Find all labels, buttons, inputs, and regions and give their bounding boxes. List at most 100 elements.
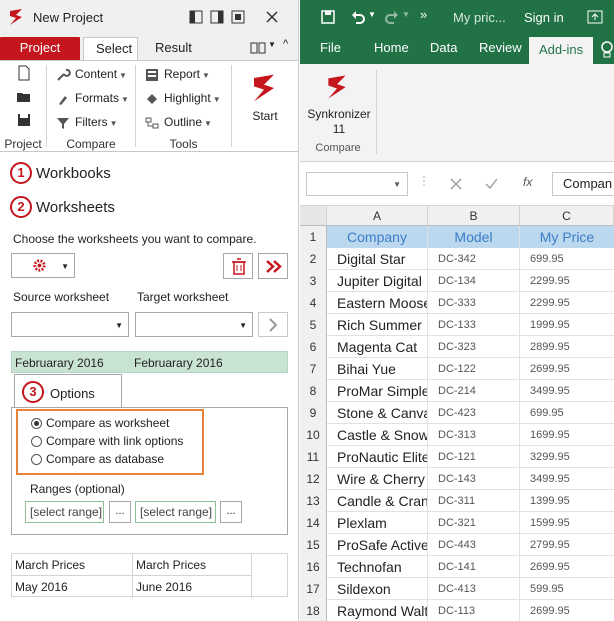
cell-company[interactable]: Plexlam — [327, 512, 428, 534]
filters-button[interactable]: Filters ▼ — [55, 112, 118, 132]
compare-as-database-radio[interactable]: Compare as database — [31, 452, 164, 470]
column-header-a[interactable]: A — [327, 206, 428, 226]
redo-icon[interactable] — [384, 9, 400, 25]
cell-company-header[interactable]: Company — [327, 226, 428, 248]
add-pair-button[interactable] — [258, 312, 288, 337]
select-all-corner[interactable] — [300, 206, 327, 226]
tab-select[interactable]: Select — [83, 37, 138, 60]
list-item[interactable]: March Prices — [12, 554, 133, 576]
tab-home[interactable]: Home — [374, 40, 409, 55]
cell-company[interactable]: Technofan — [327, 556, 428, 578]
row-number[interactable]: 15 — [300, 534, 327, 556]
tab-add-ins[interactable]: Add-ins — [529, 37, 594, 64]
cell-model[interactable]: DC-342 — [428, 248, 520, 270]
redo-caret-icon[interactable]: ▼ — [402, 10, 410, 19]
source-worksheet-select[interactable]: ▼ — [11, 312, 129, 337]
cell-price[interactable]: 2799.95 — [520, 534, 614, 556]
cell-price[interactable]: 2299.95 — [520, 292, 614, 314]
cell-company[interactable]: Magenta Cat — [327, 336, 428, 358]
row-number[interactable]: 2 — [300, 248, 327, 270]
cell-model[interactable]: DC-214 — [428, 380, 520, 402]
cell-model[interactable]: DC-143 — [428, 468, 520, 490]
cell-model[interactable]: DC-333 — [428, 292, 520, 314]
cell-price[interactable]: 1999.95 — [520, 314, 614, 336]
list-item[interactable]: June 2016 — [133, 576, 252, 598]
cell-price[interactable]: 2899.95 — [520, 336, 614, 358]
row-number[interactable]: 1 — [300, 226, 327, 248]
delete-button[interactable] — [223, 253, 253, 279]
step-workbooks[interactable]: 1 Workbooks — [10, 162, 111, 188]
cell-company[interactable]: ProSafe Active F — [327, 534, 428, 556]
compare-as-worksheet-radio[interactable]: Compare as worksheet — [31, 416, 169, 434]
row-number[interactable]: 14 — [300, 512, 327, 534]
start-group[interactable]: Start — [232, 61, 298, 153]
cell-company[interactable]: Eastern Moose — [327, 292, 428, 314]
dock-left-icon[interactable] — [188, 9, 204, 25]
row-number[interactable]: 11 — [300, 446, 327, 468]
cell-company[interactable]: Castle & Snow — [327, 424, 428, 446]
add-all-button[interactable] — [258, 253, 288, 279]
tab-file[interactable]: File — [320, 40, 341, 55]
tab-review[interactable]: Review — [479, 40, 522, 55]
name-box[interactable]: ▼ — [306, 172, 408, 196]
cell-company[interactable]: Digital Star — [327, 248, 428, 270]
cell-model-header[interactable]: Model — [428, 226, 520, 248]
row-number[interactable]: 8 — [300, 380, 327, 402]
quick-access-more-icon[interactable]: » — [420, 7, 427, 22]
cell-price[interactable]: 1399.95 — [520, 490, 614, 512]
row-number[interactable]: 12 — [300, 468, 327, 490]
cell-price[interactable]: 3499.95 — [520, 468, 614, 490]
collapse-ribbon-icon[interactable]: ^ — [283, 38, 288, 50]
formats-button[interactable]: Formats ▼ — [55, 88, 129, 108]
row-number[interactable]: 17 — [300, 578, 327, 600]
row-number[interactable]: 10 — [300, 424, 327, 446]
open-folder-icon[interactable] — [16, 89, 32, 105]
cell-model[interactable]: DC-121 — [428, 446, 520, 468]
list-item[interactable]: May 2016 — [12, 576, 133, 598]
compare-with-link-options-radio[interactable]: Compare with link options — [31, 434, 183, 452]
cell-price[interactable]: 1699.95 — [520, 424, 614, 446]
cell-price[interactable]: 599.95 — [520, 578, 614, 600]
outline-button[interactable]: Outline ▼ — [144, 112, 212, 132]
report-button[interactable]: Report ▼ — [144, 64, 210, 84]
cell-price[interactable]: 699.95 — [520, 402, 614, 424]
options-tab[interactable]: 3 Options — [14, 374, 122, 408]
cell-price-header[interactable]: My Price — [520, 226, 614, 248]
row-number[interactable]: 16 — [300, 556, 327, 578]
cell-model[interactable]: DC-133 — [428, 314, 520, 336]
cell-model[interactable]: DC-113 — [428, 600, 520, 621]
cell-company[interactable]: Bihai Yue — [327, 358, 428, 380]
row-number[interactable]: 3 — [300, 270, 327, 292]
cell-model[interactable]: DC-413 — [428, 578, 520, 600]
cell-model[interactable]: DC-141 — [428, 556, 520, 578]
cell-model[interactable]: DC-323 — [428, 336, 520, 358]
tab-result[interactable]: Result — [143, 37, 204, 60]
layout-caret-icon[interactable]: ▼ — [268, 40, 276, 49]
row-number[interactable]: 6 — [300, 336, 327, 358]
column-header-c[interactable]: C — [520, 206, 614, 226]
cell-price[interactable]: 699.95 — [520, 248, 614, 270]
cell-price[interactable]: 3499.95 — [520, 380, 614, 402]
cell-price[interactable]: 2699.95 — [520, 600, 614, 621]
cell-model[interactable]: DC-134 — [428, 270, 520, 292]
dock-right-icon[interactable] — [209, 9, 225, 25]
cell-company[interactable]: ProMar Simple — [327, 380, 428, 402]
cell-price[interactable]: 3299.95 — [520, 446, 614, 468]
step-worksheets[interactable]: 2 Worksheets — [10, 196, 115, 222]
formula-input[interactable]: Compan — [552, 172, 614, 196]
cell-price[interactable]: 1599.95 — [520, 512, 614, 534]
target-worksheet-select[interactable]: ▼ — [135, 312, 253, 337]
cell-company[interactable]: Raymond Walter — [327, 600, 428, 621]
cell-model[interactable]: DC-423 — [428, 402, 520, 424]
cell-price[interactable]: 2699.95 — [520, 358, 614, 380]
cell-company[interactable]: Rich Summer — [327, 314, 428, 336]
save-icon[interactable] — [16, 112, 32, 128]
new-file-icon[interactable] — [16, 65, 32, 81]
cell-model[interactable]: DC-122 — [428, 358, 520, 380]
source-range-browse-button[interactable]: ... — [109, 501, 131, 523]
content-button[interactable]: Content ▼ — [55, 64, 127, 84]
row-number[interactable]: 18 — [300, 600, 327, 621]
cancel-icon[interactable] — [450, 178, 462, 190]
source-range-input[interactable]: [select range] — [25, 501, 104, 523]
cell-company[interactable]: ProNautic Elite — [327, 446, 428, 468]
